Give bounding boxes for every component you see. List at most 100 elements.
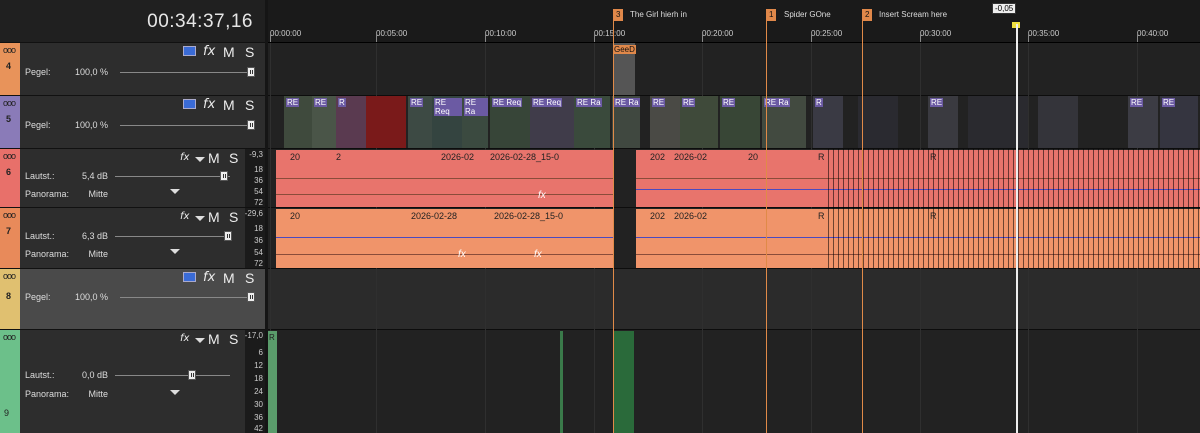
timecode-display[interactable]: 00:34:37,16 — [0, 0, 265, 43]
level-slider[interactable] — [120, 72, 255, 73]
track-menu-dots[interactable]: ooo — [3, 151, 16, 161]
mute-button[interactable]: M — [208, 150, 220, 166]
video-clip[interactable]: GeeD — [613, 43, 636, 95]
clip-fx-icon[interactable]: fx — [538, 190, 546, 201]
track-menu-dots[interactable]: ooo — [3, 98, 16, 108]
level-slider[interactable] — [120, 125, 255, 126]
solo-button[interactable]: S — [229, 331, 238, 347]
track-menu-dots[interactable]: ooo — [3, 271, 16, 281]
video-clip[interactable]: RE Ra — [762, 96, 806, 148]
video-clip[interactable] — [968, 96, 1028, 148]
level-slider-knob[interactable] — [247, 67, 255, 77]
audio-clip[interactable]: 20 2 2026-02 2026-02-28_15-0 fx — [276, 150, 613, 207]
volume-slider[interactable] — [115, 236, 230, 237]
video-clip[interactable]: RE Req — [432, 96, 462, 148]
marker-flag[interactable]: 1 — [766, 9, 777, 21]
track-color-strip[interactable]: ooo 4 — [0, 43, 20, 95]
track-fx-button[interactable]: fx — [203, 44, 215, 59]
audio-clip[interactable]: 20 2026-02-28 2026-02-28_15-0 fx fx — [276, 209, 613, 268]
solo-button[interactable]: S — [245, 270, 254, 286]
track-fx-button[interactable]: fx — [203, 270, 215, 285]
video-clip[interactable]: RE — [720, 96, 760, 148]
pan-slider-handle[interactable] — [170, 390, 180, 395]
track-menu-dots[interactable]: ooo — [3, 210, 16, 220]
compositing-mode-icon[interactable] — [183, 99, 196, 109]
solo-button[interactable]: S — [229, 150, 238, 166]
clip-fx-icon[interactable]: fx — [458, 249, 466, 260]
video-clip[interactable]: RE — [650, 96, 680, 148]
marker-label[interactable]: The Girl hierh in — [630, 10, 687, 19]
video-clip[interactable]: RE — [928, 96, 958, 148]
marker-label[interactable]: Insert Scream here — [879, 10, 947, 19]
video-clip[interactable]: RE — [408, 96, 432, 148]
volume-slider-knob[interactable] — [188, 370, 196, 380]
track-9-header[interactable]: ooo 9 fx M S Lautst.: 0,0 dB Panorama: M… — [0, 330, 265, 433]
audio-fx-button[interactable]: fx — [180, 211, 189, 222]
marker-flag[interactable]: 2 — [862, 9, 873, 21]
volume-slider[interactable] — [115, 375, 230, 376]
track-color-strip[interactable]: ooo 6 — [0, 149, 20, 207]
track-4-header[interactable]: ooo 4 fx M S Pegel: 100,0 % — [0, 43, 265, 96]
mute-button[interactable]: M — [208, 209, 220, 225]
compositing-mode-icon[interactable] — [183, 46, 196, 56]
video-clip[interactable]: RE Ra — [462, 96, 488, 148]
playhead-cursor[interactable] — [1016, 24, 1018, 433]
solo-button[interactable]: S — [245, 97, 254, 113]
track-color-strip[interactable]: ooo 7 — [0, 208, 20, 268]
video-clip[interactable]: RE — [1160, 96, 1198, 148]
track-color-strip[interactable]: ooo 9 — [0, 330, 20, 433]
track-6-header[interactable]: ooo 6 fx M S Lautst.: 5,4 dB Panorama: M… — [0, 149, 265, 208]
audio-fx-button[interactable]: fx — [180, 333, 189, 344]
level-slider-knob[interactable] — [247, 120, 255, 130]
track-color-strip[interactable]: ooo 5 — [0, 96, 20, 148]
audio-fx-button[interactable]: fx — [180, 152, 189, 163]
volume-slider[interactable] — [115, 176, 230, 177]
video-clip[interactable] — [1038, 96, 1078, 148]
pan-slider-handle[interactable] — [170, 189, 180, 194]
audio-clip[interactable] — [560, 331, 563, 433]
compositing-mode-icon[interactable] — [183, 272, 196, 282]
video-clip[interactable] — [858, 96, 898, 148]
video-clip[interactable]: R — [336, 96, 366, 148]
video-clip[interactable]: RE — [1128, 96, 1158, 148]
audio-clip[interactable] — [614, 331, 634, 433]
level-slider-knob[interactable] — [247, 292, 255, 302]
fx-dropdown-icon[interactable] — [195, 157, 205, 162]
mute-button[interactable]: M — [223, 270, 235, 286]
marker-label[interactable]: Spider GOne — [784, 10, 831, 19]
track-7-header[interactable]: ooo 7 fx M S Lautst.: 6,3 dB Panorama: M… — [0, 208, 265, 269]
volume-slider-knob[interactable] — [220, 171, 228, 181]
track-8-header[interactable]: ooo 8 fx M S Pegel: 100,0 % — [0, 269, 265, 330]
track-color-strip[interactable]: ooo 8 — [0, 269, 20, 329]
volume-slider-knob[interactable] — [224, 231, 232, 241]
video-clips-track-5[interactable]: RE RE R RE RE Req RE Ra RE Req RE Req RE… — [268, 96, 1200, 148]
marker-flag[interactable]: 3 — [613, 9, 624, 21]
track-menu-dots[interactable]: ooo — [3, 45, 16, 55]
volume-envelope[interactable] — [276, 237, 613, 238]
mute-button[interactable]: M — [223, 97, 235, 113]
video-clip[interactable]: RE — [284, 96, 312, 148]
video-clip[interactable]: RE — [312, 96, 336, 148]
video-clip[interactable]: R — [813, 96, 843, 148]
audio-clip[interactable]: R — [268, 331, 277, 433]
track-9-lane[interactable] — [268, 330, 1200, 433]
level-slider[interactable] — [120, 297, 255, 298]
track-menu-dots[interactable]: ooo — [3, 332, 16, 342]
fx-dropdown-icon[interactable] — [195, 216, 205, 221]
mute-button[interactable]: M — [223, 44, 235, 60]
track-fx-button[interactable]: fx — [203, 97, 215, 112]
solo-button[interactable]: S — [229, 209, 238, 225]
track-8-lane[interactable] — [268, 269, 1200, 330]
solo-button[interactable]: S — [245, 44, 254, 60]
clip-fx-icon[interactable]: fx — [534, 249, 542, 260]
track-4-lane[interactable] — [268, 43, 1200, 96]
mute-button[interactable]: M — [208, 331, 220, 347]
timeline-area[interactable]: GeeD RE RE R RE RE Req RE Ra RE Req RE R… — [268, 0, 1200, 433]
video-clip[interactable] — [366, 96, 406, 148]
pan-slider-handle[interactable] — [170, 249, 180, 254]
video-clip[interactable]: RE Ra — [574, 96, 610, 148]
video-clip[interactable]: RE — [680, 96, 718, 148]
time-ruler[interactable] — [268, 0, 1200, 43]
track-5-header[interactable]: ooo 5 fx M S Pegel: 100,0 % — [0, 96, 265, 149]
video-clip[interactable]: RE Ra — [612, 96, 640, 148]
